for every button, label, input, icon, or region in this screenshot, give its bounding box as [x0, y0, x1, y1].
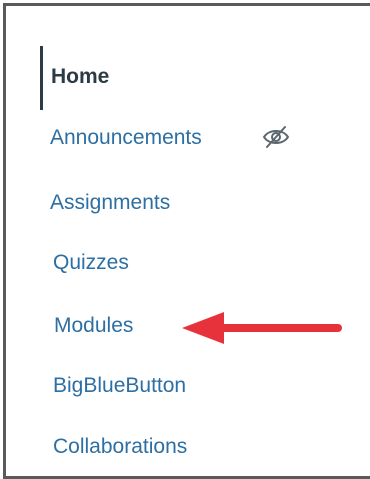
active-item-indicator: [40, 46, 43, 110]
red-arrow-annotation: [178, 306, 348, 350]
nav-item-collaborations[interactable]: Collaborations: [53, 434, 187, 460]
nav-item-modules[interactable]: Modules: [54, 313, 133, 339]
nav-item-assignments[interactable]: Assignments: [50, 190, 170, 216]
nav-item-home[interactable]: Home: [51, 64, 109, 90]
course-nav-menu: Home Announcements Assignments Quizzes M…: [6, 6, 370, 476]
nav-item-announcements[interactable]: Announcements: [50, 125, 202, 151]
eye-slash-icon: [261, 124, 291, 150]
nav-item-quizzes[interactable]: Quizzes: [53, 250, 129, 276]
course-navigation-panel: Home Announcements Assignments Quizzes M…: [3, 3, 370, 479]
nav-item-bigbluebutton[interactable]: BigBlueButton: [53, 373, 186, 399]
